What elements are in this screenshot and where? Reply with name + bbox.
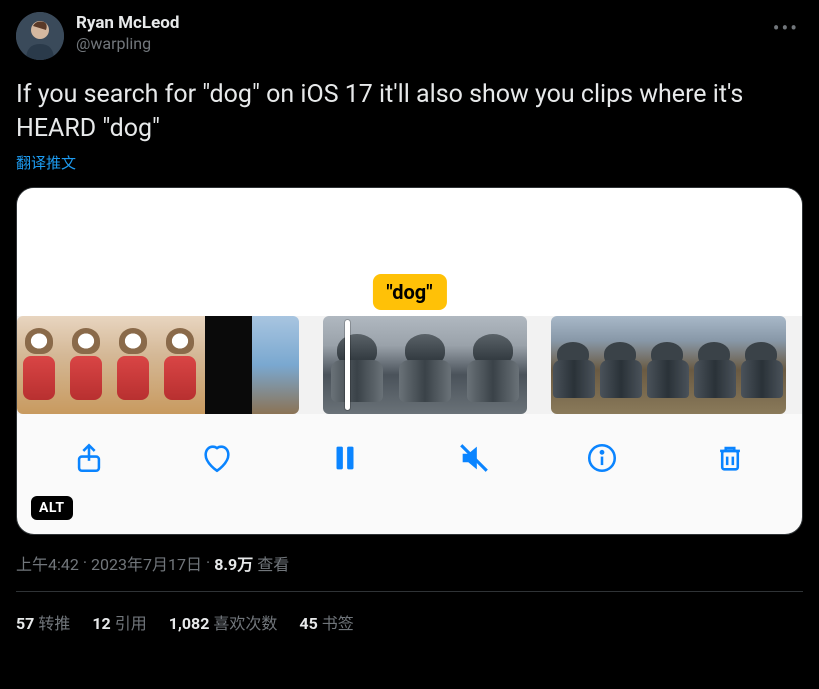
- translate-link[interactable]: 翻译推文: [16, 152, 803, 173]
- tweet-date[interactable]: 2023年7月17日: [91, 551, 202, 575]
- video-frame: [17, 316, 64, 414]
- avatar[interactable]: [16, 12, 64, 60]
- video-frame: [205, 316, 252, 414]
- meta-sep: ·: [83, 553, 87, 572]
- video-frame: [323, 316, 391, 414]
- media-whitespace: "dog": [17, 188, 802, 316]
- mute-icon[interactable]: [452, 436, 496, 480]
- media-controls: [17, 414, 802, 502]
- display-name[interactable]: Ryan McLeod: [76, 12, 179, 34]
- stat-retweets[interactable]: 57转推: [16, 610, 70, 634]
- video-frame: [645, 316, 692, 414]
- tweet-stats: 57转推 12引用 1,082喜欢次数 45书签: [16, 592, 803, 634]
- video-frame: [64, 316, 111, 414]
- keyword-tag: "dog": [372, 274, 446, 310]
- clip-group-2[interactable]: [323, 316, 527, 414]
- video-frame: [598, 316, 645, 414]
- video-frame: [158, 316, 205, 414]
- trash-icon[interactable]: [708, 436, 752, 480]
- video-frame: [252, 316, 299, 414]
- tweet-meta: 上午4:42 · 2023年7月17日 · 8.9万 查看: [16, 551, 803, 575]
- video-frame: [739, 316, 786, 414]
- video-frame: [551, 316, 598, 414]
- stat-bookmarks[interactable]: 45书签: [299, 610, 353, 634]
- heart-icon[interactable]: [195, 436, 239, 480]
- meta-sep: ·: [206, 553, 210, 572]
- views-count[interactable]: 8.9万: [214, 551, 253, 575]
- more-icon[interactable]: •••: [769, 12, 803, 44]
- alt-badge[interactable]: ALT: [31, 496, 73, 520]
- info-icon[interactable]: [580, 436, 624, 480]
- stat-quotes[interactable]: 12引用: [92, 610, 146, 634]
- share-icon[interactable]: [67, 436, 111, 480]
- views-label: 查看: [257, 551, 289, 575]
- tweet-container: Ryan McLeod @warpling ••• If you search …: [0, 0, 819, 634]
- video-frame: [692, 316, 739, 414]
- playhead[interactable]: [345, 320, 350, 410]
- tweet-header: Ryan McLeod @warpling •••: [16, 12, 803, 60]
- video-filmstrip[interactable]: [17, 316, 802, 414]
- video-frame: [391, 316, 459, 414]
- author-names: Ryan McLeod @warpling: [76, 12, 179, 55]
- pause-icon[interactable]: [323, 436, 367, 480]
- video-frame: [459, 316, 527, 414]
- media-attachment[interactable]: "dog": [16, 187, 803, 535]
- tweet-time[interactable]: 上午4:42: [16, 551, 79, 575]
- stat-likes[interactable]: 1,082喜欢次数: [169, 610, 278, 634]
- video-frame: [111, 316, 158, 414]
- tweet-text: If you search for "dog" on iOS 17 it'll …: [16, 78, 803, 146]
- clip-group-1[interactable]: [17, 316, 299, 414]
- clip-group-3[interactable]: [551, 316, 786, 414]
- handle[interactable]: @warpling: [76, 34, 179, 55]
